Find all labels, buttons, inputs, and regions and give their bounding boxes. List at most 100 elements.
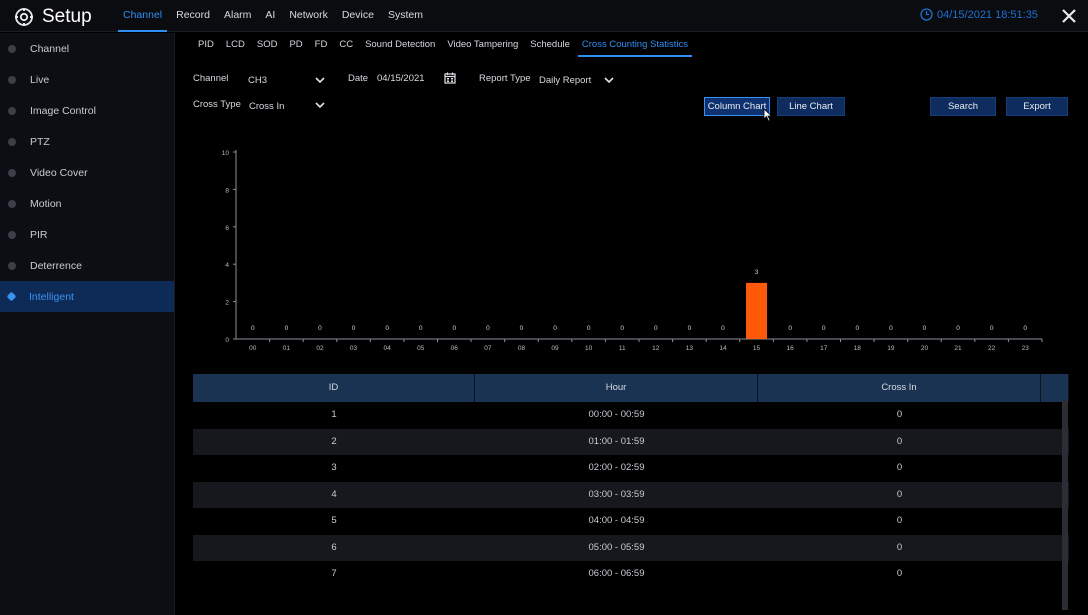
sidebar-item-deterrence[interactable]: Deterrence (0, 250, 174, 281)
data-label: 0 (452, 325, 456, 332)
cell-cross-in: 0 (896, 409, 903, 420)
x-tick-label: 07 (484, 345, 492, 352)
table-scrollbar[interactable] (1062, 400, 1068, 610)
clock-text: 04/15/2021 18:51:35 (937, 8, 1038, 21)
data-label: 0 (285, 325, 289, 332)
sidebar-item-label: PTZ (30, 135, 50, 148)
x-tick-label: 03 (350, 345, 358, 352)
channel-select[interactable]: CH3 (248, 75, 267, 86)
channel-label: Channel (193, 73, 229, 84)
y-tick-label: 6 (225, 225, 229, 232)
data-label: 0 (251, 325, 255, 332)
x-tick-label: 14 (719, 345, 727, 352)
sidebar-item-pir[interactable]: PIR (0, 219, 174, 250)
stats-table: ID Hour Cross In 1 00:00 - 00:59 0 2 01:00 -… (193, 374, 1069, 588)
top-nav-device[interactable]: Device (335, 0, 381, 32)
top-nav-record[interactable]: Record (169, 0, 217, 32)
sidebar-item-intelligent[interactable]: Intelligent (0, 281, 174, 312)
sidebar-item-label: Image Control (30, 104, 96, 117)
export-button[interactable]: Export (1006, 97, 1068, 116)
sidebar-item-live[interactable]: Live (0, 64, 174, 95)
top-nav-channel[interactable]: Channel (116, 0, 169, 32)
sidebar-item-channel[interactable]: Channel (0, 33, 174, 64)
data-label: 0 (721, 325, 725, 332)
header-hour: Hour (475, 374, 758, 402)
tab-cc[interactable]: CC (333, 33, 359, 57)
sidebar-item-ptz[interactable]: PTZ (0, 126, 174, 157)
clock: 04/15/2021 18:51:35 (920, 8, 1038, 21)
data-label: 0 (822, 325, 826, 332)
y-tick-label: 0 (225, 337, 229, 344)
sidebar-item-label: PIR (30, 228, 48, 241)
calendar-icon[interactable] (444, 72, 456, 84)
x-tick-label: 06 (451, 345, 459, 352)
table-row: 6 05:00 - 05:59 0 (193, 534, 1069, 561)
date-input[interactable]: 04/15/2021 (377, 73, 425, 84)
top-nav-system[interactable]: System (381, 0, 430, 32)
gear-icon (15, 8, 33, 26)
tab-pd[interactable]: PD (283, 33, 308, 57)
cross-type-label: Cross Type (193, 99, 241, 110)
sidebar-item-image-control[interactable]: Image Control (0, 95, 174, 126)
data-label: 0 (520, 325, 524, 332)
cell-cross-in: 0 (896, 568, 903, 579)
cell-id: 3 (331, 462, 337, 473)
column-chart-button[interactable]: Column Chart (704, 97, 770, 116)
cell-id: 6 (331, 541, 337, 553)
x-tick-label: 05 (417, 345, 425, 352)
sidebar: Channel Live Image Control PTZ Video Cover Mo… (0, 33, 175, 615)
top-nav-network[interactable]: Network (282, 0, 335, 32)
table-row: 4 03:00 - 03:59 0 (193, 481, 1069, 508)
cell-hour: 00:00 - 00:59 (588, 409, 645, 420)
tab-pid[interactable]: PID (192, 33, 220, 57)
search-button[interactable]: Search (930, 97, 996, 116)
x-tick-label: 18 (854, 345, 862, 352)
x-tick-label: 13 (686, 345, 694, 352)
tab-cross-counting-statistics[interactable]: Cross Counting Statistics (576, 33, 694, 57)
sidebar-item-motion[interactable]: Motion (0, 188, 174, 219)
table-body: 1 00:00 - 00:59 0 2 01:00 - 01:59 0 3 02:00 - 0… (193, 402, 1069, 588)
top-nav-ai[interactable]: AI (258, 0, 282, 32)
close-icon[interactable] (1058, 5, 1080, 27)
bullet-icon (8, 261, 16, 270)
data-label: 0 (688, 325, 692, 332)
cross-type-select[interactable]: Cross In (249, 101, 284, 112)
cell-cross-in: 0 (896, 515, 903, 526)
sub-tabs: PID LCD SOD PD FD CC Sound Detection Video Tamp… (192, 33, 694, 57)
bullet-icon (8, 137, 16, 146)
bullet-icon (8, 168, 16, 177)
sidebar-item-video-cover[interactable]: Video Cover (0, 157, 174, 188)
tab-sound-detection[interactable]: Sound Detection (359, 33, 441, 57)
data-label: 0 (587, 325, 591, 332)
x-tick-label: 21 (954, 345, 962, 352)
date-label: Date (348, 73, 369, 84)
tab-schedule[interactable]: Schedule (524, 33, 576, 57)
tab-video-tampering[interactable]: Video Tampering (441, 33, 524, 57)
cell-cross-in: 0 (896, 462, 903, 473)
data-label: 0 (318, 325, 322, 332)
top-nav-alarm[interactable]: Alarm (217, 0, 258, 32)
header-id: ID (193, 374, 475, 402)
line-chart-button[interactable]: Line Chart (777, 97, 845, 116)
data-label: 0 (620, 325, 624, 332)
chevron-down-icon[interactable] (315, 76, 325, 84)
sidebar-item-label: Deterrence (30, 259, 82, 272)
tab-lcd[interactable]: LCD (220, 33, 251, 57)
report-type-select[interactable]: Daily Report (539, 75, 591, 86)
chevron-down-icon[interactable] (604, 76, 614, 84)
tab-fd[interactable]: FD (309, 33, 334, 57)
y-tick-label: 2 (225, 300, 229, 307)
bullet-icon (8, 230, 16, 239)
top-nav: Channel Record Alarm AI Network Device System (116, 0, 430, 32)
sidebar-item-label: Channel (30, 42, 70, 55)
header-spacer (1041, 374, 1069, 402)
sidebar-item-label: Intelligent (29, 290, 74, 303)
tab-sod[interactable]: SOD (251, 33, 284, 57)
x-tick-label: 20 (921, 345, 929, 352)
data-label: 0 (419, 325, 423, 332)
cell-id: 7 (331, 568, 337, 579)
chevron-down-icon[interactable] (315, 101, 325, 109)
x-tick-label: 10 (585, 345, 593, 352)
data-label: 0 (385, 325, 389, 332)
bullet-icon (8, 199, 16, 208)
